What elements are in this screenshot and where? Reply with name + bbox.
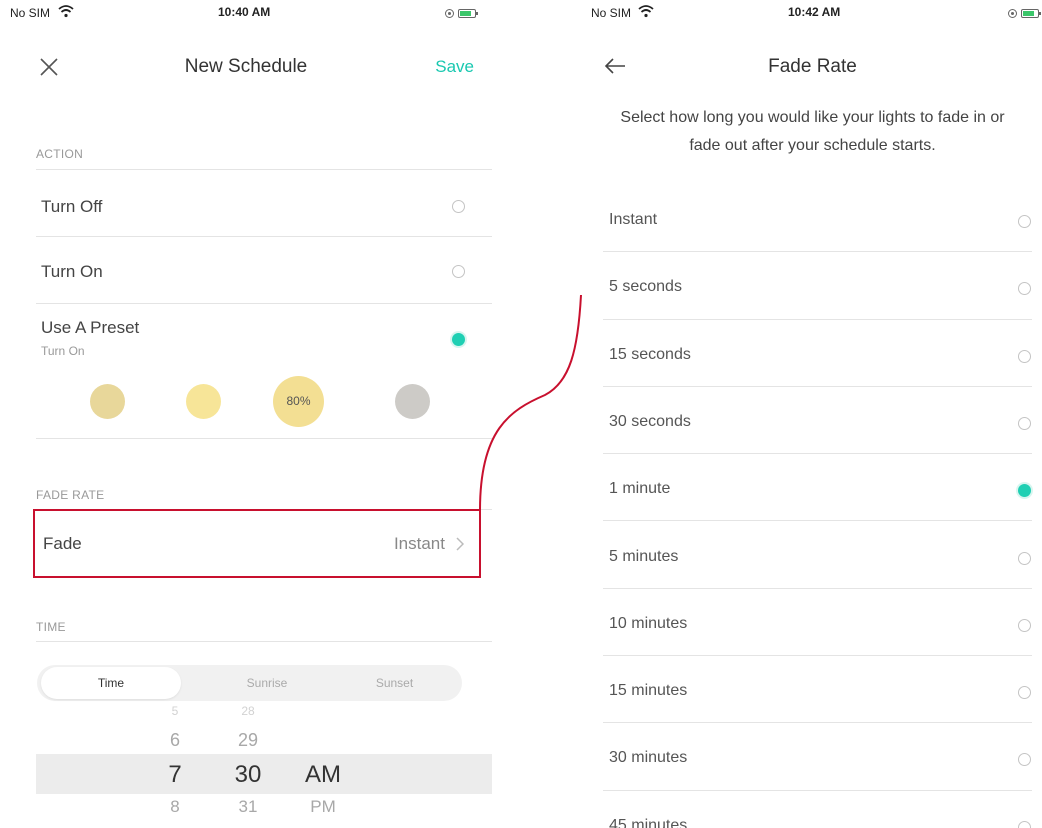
orientation-lock-icon [445, 9, 454, 19]
radio-button[interactable] [452, 265, 465, 278]
wifi-icon [58, 5, 74, 18]
status-bar: No SIM 10:40 AM [0, 0, 492, 24]
highlight-box [33, 509, 481, 578]
divider [36, 641, 492, 642]
new-schedule-screen: No SIM 10:40 AM New Schedule Save ACTION… [0, 0, 492, 828]
preset-swatch[interactable] [395, 384, 430, 419]
fade-rate-screen: No SIM 10:42 AM Fade Rate Select how lon… [583, 0, 1042, 828]
fade-option-row[interactable]: 30 seconds [603, 387, 1042, 455]
page-title: New Schedule [184, 56, 308, 77]
radio-button[interactable] [1018, 618, 1031, 632]
fade-option-label: 30 seconds [609, 412, 691, 430]
radio-button[interactable] [1018, 349, 1031, 363]
fade-option-label: 30 minutes [609, 749, 688, 767]
save-button[interactable]: Save [435, 57, 474, 77]
picker-hour: 8 [170, 797, 180, 816]
divider [36, 438, 492, 439]
battery-icon [458, 9, 478, 19]
picker-hour-selected: 7 [168, 761, 182, 788]
option-label: Use A Preset [41, 318, 140, 337]
fade-option-row[interactable]: 10 minutes [603, 589, 1042, 657]
fade-option-row[interactable]: 15 seconds [603, 320, 1042, 387]
status-time: 10:40 AM [218, 5, 271, 19]
status-bar: No SIM 10:42 AM [583, 0, 1042, 24]
section-header-action: ACTION [36, 147, 84, 161]
status-tray [445, 6, 478, 20]
fade-option-label: 10 minutes [609, 614, 688, 632]
fade-option-label: 15 minutes [609, 682, 688, 700]
nav-bar: New Schedule Save [0, 44, 492, 92]
fade-option-row[interactable]: 15 minutes [603, 656, 1042, 724]
carrier-label: No SIM [591, 6, 632, 20]
fade-option-label: 1 minute [609, 480, 671, 498]
orientation-lock-icon [1008, 9, 1017, 19]
segment-sunset[interactable]: Sunset [327, 665, 462, 701]
fade-option-row[interactable]: 1 minute [603, 454, 1042, 522]
time-mode-segmented-control: Time Sunrise Sunset [37, 665, 462, 701]
status-tray [1008, 6, 1041, 20]
radio-button[interactable] [1018, 282, 1031, 296]
radio-button[interactable] [1018, 753, 1031, 767]
fade-option-row[interactable]: Instant [603, 185, 1042, 253]
carrier-label: No SIM [10, 6, 51, 20]
section-header-time: TIME [36, 620, 66, 634]
picker-minute: 31 [238, 797, 258, 816]
divider [36, 303, 492, 304]
divider [36, 236, 492, 237]
option-label: Turn On [41, 262, 103, 281]
radio-button-selected[interactable] [452, 333, 465, 346]
picker-minute: 29 [237, 730, 259, 750]
preset-swatch[interactable] [90, 384, 125, 419]
radio-button[interactable] [1018, 416, 1031, 430]
fade-option-label: 5 seconds [609, 278, 682, 296]
wifi-icon [638, 5, 654, 18]
picker-hour: 6 [169, 730, 180, 750]
segment-time[interactable]: Time [41, 667, 181, 699]
divider [36, 169, 492, 170]
preset-swatch[interactable] [186, 384, 221, 419]
picker-hour: 5 [171, 704, 179, 718]
radio-button[interactable] [1018, 820, 1031, 828]
radio-button[interactable] [1018, 551, 1031, 565]
picker-minute-selected: 30 [234, 761, 262, 788]
option-sublabel: Turn On [41, 344, 85, 358]
radio-button[interactable] [1018, 686, 1031, 700]
intro-text: Select how long you would like your ligh… [620, 109, 1005, 154]
radio-button[interactable] [452, 200, 465, 213]
preset-swatch-label: 80% [286, 394, 311, 408]
radio-button-selected[interactable] [1018, 484, 1031, 498]
battery-icon [1021, 9, 1041, 19]
segment-sunrise[interactable]: Sunrise [197, 665, 337, 701]
fade-option-row[interactable]: 30 minutes [603, 723, 1042, 791]
picker-period-selected: AM [305, 761, 341, 788]
fade-option-row[interactable]: 5 minutes [603, 522, 1042, 589]
fade-option-row[interactable]: 5 seconds [603, 252, 1042, 320]
radio-button[interactable] [1018, 215, 1031, 228]
fade-option-label: 5 minutes [609, 547, 679, 565]
connector-line [479, 294, 582, 511]
picker-period: PM [310, 797, 336, 816]
page-title: Fade Rate [768, 56, 857, 77]
option-label: Turn Off [41, 197, 103, 216]
fade-option-row[interactable]: 45 minutes [603, 791, 1042, 828]
picker-minute: 28 [241, 704, 255, 718]
nav-bar: Fade Rate [583, 44, 1042, 92]
fade-option-label: 15 seconds [609, 345, 691, 363]
fade-option-label: Instant [609, 211, 658, 228]
fade-option-label: 45 minutes [609, 816, 688, 828]
section-header-fade-rate: FADE RATE [36, 488, 105, 502]
status-time: 10:42 AM [788, 5, 841, 19]
preset-swatch-selected[interactable]: 80% [273, 376, 324, 427]
